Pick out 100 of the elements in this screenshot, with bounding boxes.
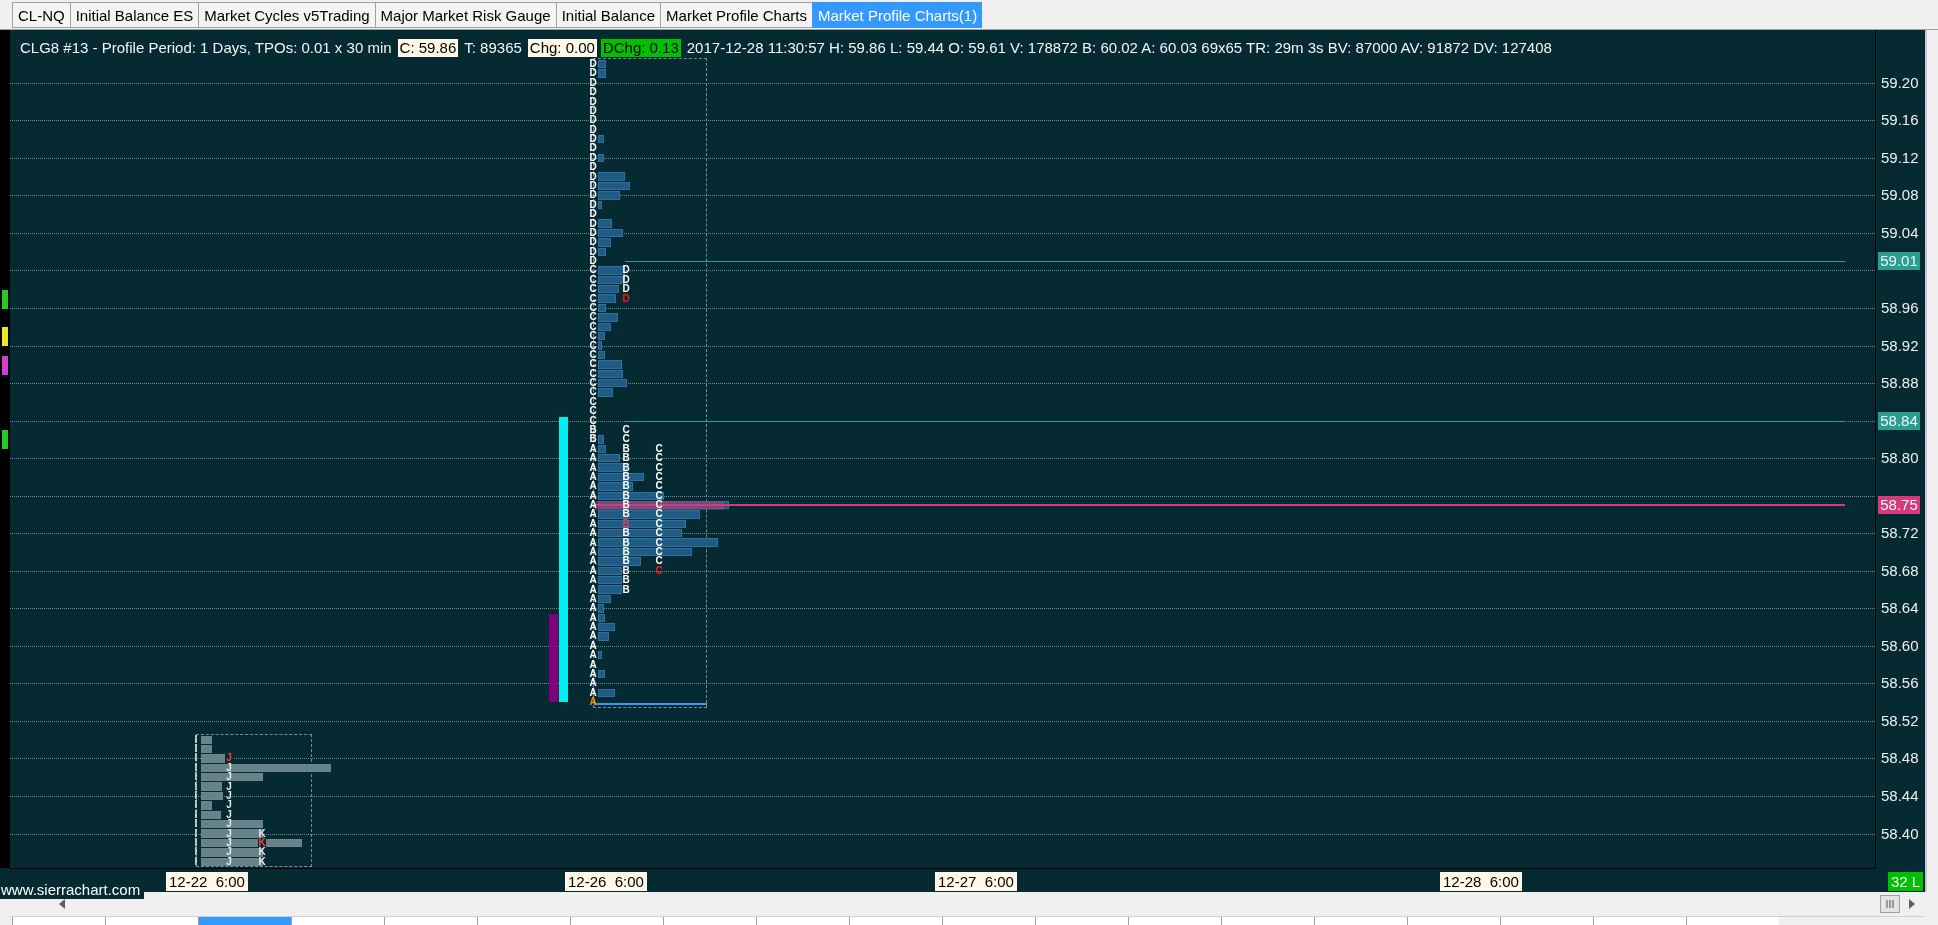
tpo-letter: B — [622, 462, 630, 473]
volume-bar — [598, 651, 602, 660]
price-label: 58.40 — [1881, 824, 1919, 843]
tpo-letter: J — [225, 781, 233, 792]
tpo-letter: C — [589, 387, 597, 398]
tpo-letter: A — [589, 659, 597, 670]
bar-count-label: 32 L — [1888, 872, 1924, 891]
tpo-letter: D — [589, 181, 597, 191]
tpo-letter: A — [589, 537, 597, 548]
price-label: 58.72 — [1881, 524, 1919, 543]
tpo-letter: C — [655, 556, 663, 567]
price-marker-label: 58.75 — [1878, 496, 1920, 515]
tpo-letter: J — [225, 753, 233, 764]
chart-tab[interactable]: CL-NQ — [12, 2, 70, 28]
chart-tab[interactable]: Market Profile Charts — [660, 2, 812, 28]
tpo-letter: D — [589, 190, 597, 201]
sheet-tab[interactable] — [477, 917, 570, 925]
sheet-tab[interactable] — [384, 917, 477, 925]
chart-info-text: C: 59.86 — [397, 39, 459, 57]
sheet-tab[interactable] — [756, 917, 849, 925]
tpo-letter: C — [655, 518, 663, 529]
tpo-letter: D — [589, 124, 597, 135]
chart-tab[interactable]: Initial Balance ES — [69, 2, 199, 28]
tpo-letter: A — [589, 528, 597, 539]
price-label: 58.56 — [1881, 674, 1919, 693]
sheet-tab[interactable] — [1500, 917, 1593, 925]
tpo-letter: C — [589, 293, 597, 304]
tpo-letter: A — [589, 490, 597, 501]
chart-tab[interactable]: Market Cycles v5Trading — [198, 2, 375, 28]
scroll-thumb-icon[interactable] — [1880, 895, 1900, 913]
tpo-letter: J — [225, 837, 233, 848]
tpo-letter: C — [589, 378, 597, 389]
tpo-letter: C — [589, 359, 597, 370]
tpo-letter: A — [589, 697, 597, 708]
sheet-tab[interactable] — [942, 917, 1035, 925]
tpo-letter: D — [589, 152, 597, 163]
sheet-tab[interactable] — [1128, 917, 1221, 925]
tpo-letter: I — [193, 847, 199, 858]
sheet-tab[interactable] — [849, 917, 942, 925]
tpo-letter: I — [193, 819, 199, 830]
sheet-tab[interactable] — [105, 917, 198, 925]
tpo-letter: B — [622, 518, 630, 529]
tpo-letter: A — [589, 612, 597, 623]
sheet-tab[interactable] — [1221, 917, 1314, 925]
price-marker-label: 58.84 — [1878, 411, 1920, 430]
sheet-tab[interactable] — [1593, 917, 1686, 925]
sheet-tab[interactable] — [1686, 917, 1779, 925]
sheet-tab[interactable] — [1314, 917, 1407, 925]
tpo-letter: J — [225, 762, 233, 773]
price-label: 59.08 — [1881, 186, 1919, 205]
tpo-letter: A — [589, 462, 597, 473]
tpo-letter: A — [589, 687, 597, 698]
tpo-letter: A — [589, 547, 597, 557]
sheet-tab[interactable] — [570, 917, 663, 925]
sheet-tab[interactable] — [1035, 917, 1128, 925]
tpo-letter: K — [258, 837, 266, 848]
tpo-letter: J — [225, 791, 233, 801]
tpo-letter: C — [655, 471, 663, 482]
tpo-letter: J — [225, 772, 233, 783]
chart-tab[interactable]: Initial Balance — [555, 2, 661, 28]
tpo-letter: I — [193, 781, 199, 792]
tpo-letter: I — [193, 744, 199, 755]
tpo-letter: B — [622, 547, 630, 557]
sheet-tab[interactable] — [12, 917, 105, 925]
tpo-letter: B — [589, 425, 597, 435]
price-label: 59.20 — [1881, 73, 1919, 92]
tpo-letter: D — [589, 237, 597, 248]
volume-bar — [598, 285, 619, 294]
volume-bar — [598, 153, 604, 163]
tpo-letter: B — [622, 537, 630, 548]
tpo-letter: A — [589, 575, 597, 586]
chart-tab[interactable]: Major Market Risk Gauge — [374, 2, 556, 28]
time-label: 12-22 6:00 — [166, 872, 248, 891]
scroll-left-icon[interactable] — [58, 898, 66, 910]
tpo-letter: B — [622, 471, 630, 482]
tpo-letter: I — [193, 762, 199, 773]
tpo-letter: A — [589, 565, 597, 576]
price-label: 58.96 — [1881, 299, 1919, 317]
scroll-right-icon[interactable] — [1908, 898, 1916, 910]
price-label: 58.80 — [1881, 449, 1919, 468]
tpo-letter: J — [225, 828, 233, 839]
tpo-letter: D — [589, 77, 597, 88]
tpo-letter: C — [589, 265, 597, 276]
price-marker-label: 59.01 — [1878, 252, 1920, 271]
tpo-letter: C — [655, 509, 663, 520]
sheet-tab[interactable] — [1407, 917, 1500, 925]
sheet-tab[interactable] — [663, 917, 756, 925]
tpo-letter: C — [589, 406, 597, 417]
tpo-letter: A — [589, 650, 597, 661]
sheet-tab[interactable] — [198, 917, 291, 925]
tpo-letter: C — [655, 565, 663, 576]
tpo-letter: A — [589, 500, 597, 511]
sheet-tab[interactable] — [291, 917, 384, 925]
chart-info-text: Chg: 0.00 — [527, 39, 597, 57]
tpo-letter: C — [589, 415, 597, 426]
tpo-letter: I — [193, 800, 199, 811]
time-label: 12-26 6:00 — [565, 872, 647, 891]
tpo-letter: C — [589, 368, 597, 379]
tpo-letter: A — [589, 678, 597, 689]
tpo-letter: D — [589, 171, 597, 182]
